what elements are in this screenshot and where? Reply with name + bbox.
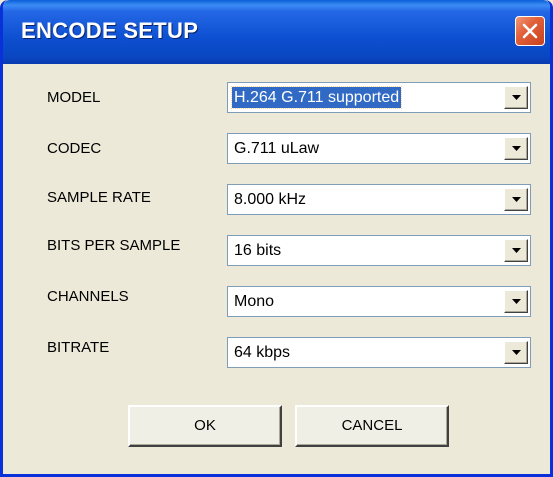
dialog-title: ENCODE SETUP xyxy=(21,18,199,43)
close-icon xyxy=(522,23,538,39)
bitrate-label: BITRATE xyxy=(47,339,110,356)
chevron-down-icon xyxy=(512,350,521,355)
sample-rate-value: 8.000 kHz xyxy=(234,191,307,208)
codec-value: G.711 uLaw xyxy=(234,140,320,157)
cancel-button[interactable]: CANCEL xyxy=(295,405,449,447)
ok-button[interactable]: OK xyxy=(128,405,282,447)
codec-dropdown-button[interactable] xyxy=(504,137,528,160)
channels-value: Mono xyxy=(234,293,275,310)
chevron-down-icon xyxy=(512,95,521,100)
bits-per-sample-dropdown-button[interactable] xyxy=(504,239,528,262)
codec-label: CODEC xyxy=(47,140,102,157)
bits-per-sample-select[interactable]: 16 bits xyxy=(227,235,531,266)
channels-dropdown-button[interactable] xyxy=(504,290,528,313)
model-label: MODEL xyxy=(47,89,101,106)
bitrate-value: 64 kbps xyxy=(234,344,291,361)
sample-rate-label: SAMPLE RATE xyxy=(47,189,151,206)
channels-select[interactable]: Mono xyxy=(227,286,531,317)
encode-setup-dialog: ENCODE SETUP MODEL H.264 G.711 supported… xyxy=(0,0,553,477)
bitrate-dropdown-button[interactable] xyxy=(504,341,528,364)
chevron-down-icon xyxy=(512,197,521,202)
chevron-down-icon xyxy=(512,299,521,304)
model-value: H.264 G.711 supported xyxy=(230,86,403,109)
sample-rate-select[interactable]: 8.000 kHz xyxy=(227,184,531,215)
bitrate-select[interactable]: 64 kbps xyxy=(227,337,531,368)
bits-per-sample-label: BITS PER SAMPLE xyxy=(47,237,181,254)
close-button[interactable] xyxy=(515,16,545,46)
chevron-down-icon xyxy=(512,248,521,253)
sample-rate-dropdown-button[interactable] xyxy=(504,188,528,211)
codec-select[interactable]: G.711 uLaw xyxy=(227,133,531,164)
bits-per-sample-value: 16 bits xyxy=(234,242,282,259)
channels-label: CHANNELS xyxy=(47,288,129,305)
model-select[interactable]: H.264 G.711 supported xyxy=(227,82,531,113)
model-dropdown-button[interactable] xyxy=(504,86,528,109)
title-bar[interactable]: ENCODE SETUP xyxy=(3,0,550,64)
chevron-down-icon xyxy=(512,146,521,151)
